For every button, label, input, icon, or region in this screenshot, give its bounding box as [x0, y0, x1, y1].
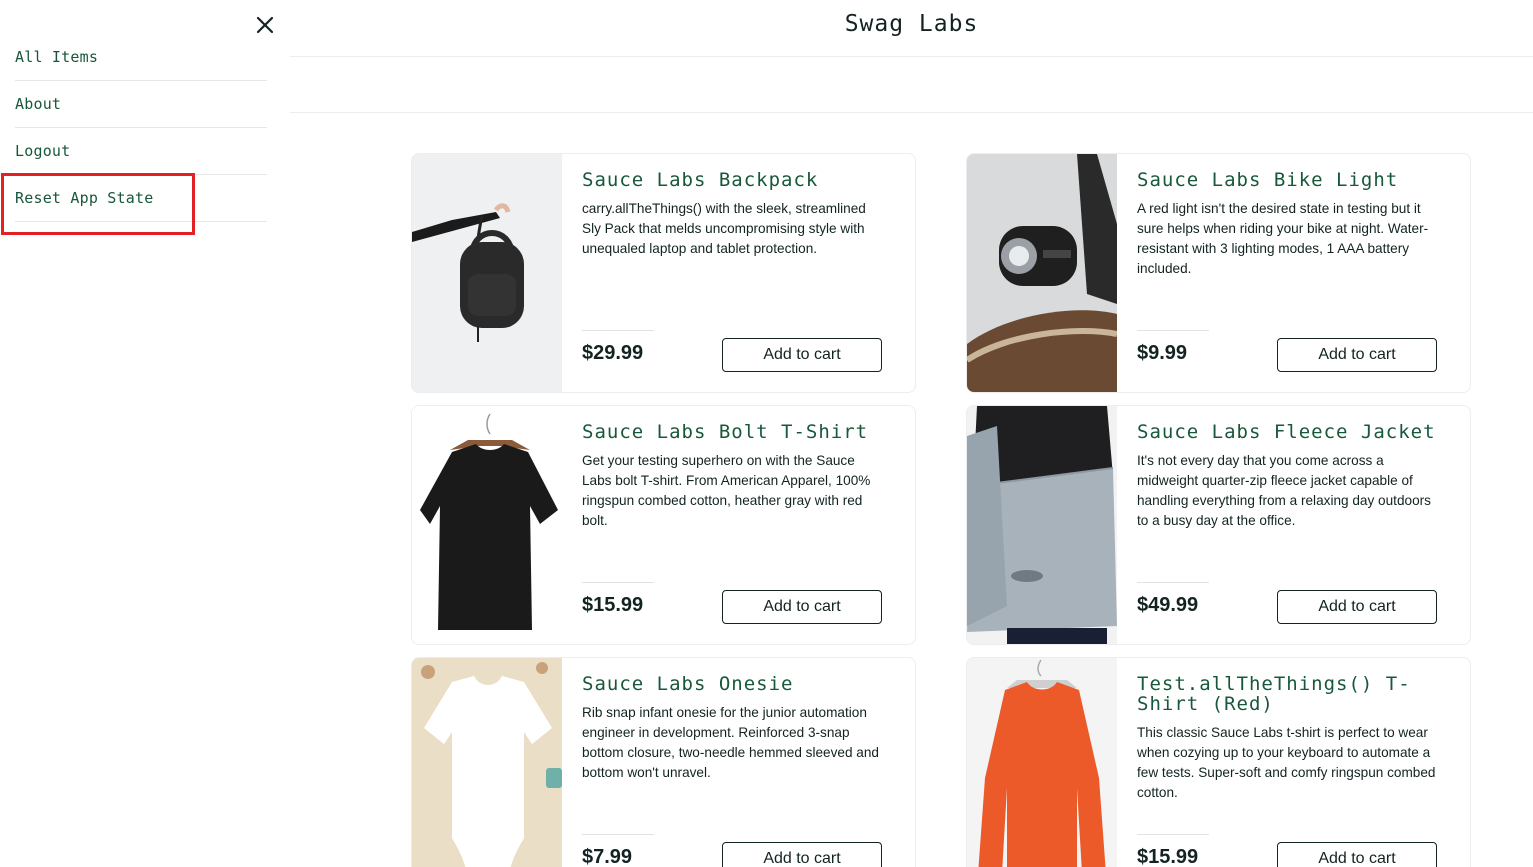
add-to-cart-button[interactable]: Add to cart	[722, 842, 882, 867]
item-description: Rib snap infant onesie for the junior au…	[582, 705, 879, 780]
item-price: $29.99	[582, 342, 644, 364]
item-image-fleece-jacket[interactable]	[967, 406, 1117, 644]
item-name-link[interactable]: Sauce Labs Bolt T-Shirt	[582, 422, 887, 442]
item-name-link[interactable]: Sauce Labs Backpack	[582, 170, 887, 190]
item-price: $49.99	[1137, 594, 1199, 616]
menu-item-all-items[interactable]: All Items	[15, 34, 267, 81]
item-name-link[interactable]: Test.allTheThings() T-Shirt (Red)	[1137, 674, 1442, 714]
item-description: Get your testing superhero on with the S…	[582, 453, 871, 528]
item-body: Sauce Labs Bike Light A red light isn't …	[1137, 170, 1442, 279]
inventory-item: Sauce Labs Fleece Jacket It's not every …	[966, 405, 1471, 645]
price-divider	[582, 834, 654, 835]
item-image-red-tshirt[interactable]	[967, 658, 1117, 867]
item-body: Sauce Labs Onesie Rib snap infant onesie…	[582, 674, 887, 783]
price-divider	[582, 330, 654, 331]
menu-item-about[interactable]: About	[15, 81, 267, 128]
menu-item-logout[interactable]: Logout	[15, 128, 267, 175]
price-divider	[1137, 582, 1209, 583]
item-name-link[interactable]: Sauce Labs Fleece Jacket	[1137, 422, 1442, 442]
add-to-cart-button[interactable]: Add to cart	[1277, 842, 1437, 867]
primary-header: Swag Labs	[290, 0, 1533, 57]
menu-item-reset-app-state[interactable]: Reset App State	[15, 175, 267, 222]
item-name-link[interactable]: Sauce Labs Onesie	[582, 674, 887, 694]
add-to-cart-button[interactable]: Add to cart	[722, 590, 882, 624]
item-image-bolt-tshirt[interactable]	[412, 406, 562, 644]
inventory-item: Sauce Labs Onesie Rib snap infant onesie…	[411, 657, 916, 867]
app-logo: Swag Labs	[844, 11, 979, 37]
price-divider	[582, 582, 654, 583]
side-menu: All Items About Logout Reset App State	[0, 0, 290, 867]
page: Swag Labs All Items About Logout Reset A…	[0, 0, 1533, 867]
add-to-cart-button[interactable]: Add to cart	[722, 338, 882, 372]
item-price: $9.99	[1137, 342, 1188, 364]
item-description: This classic Sauce Labs t-shirt is perfe…	[1137, 725, 1436, 800]
menu-list: All Items About Logout Reset App State	[0, 34, 267, 222]
secondary-header	[290, 56, 1533, 113]
item-description: A red light isn't the desired state in t…	[1137, 201, 1429, 276]
item-image-backpack[interactable]	[412, 154, 562, 392]
item-price: $7.99	[582, 846, 633, 867]
item-price: $15.99	[582, 594, 644, 616]
item-body: Sauce Labs Bolt T-Shirt Get your testing…	[582, 422, 887, 531]
item-description: carry.allTheThings() with the sleek, str…	[582, 201, 866, 256]
item-description: It's not every day that you come across …	[1137, 453, 1431, 528]
inventory-item: Sauce Labs Backpack carry.allTheThings()…	[411, 153, 916, 393]
item-body: Test.allTheThings() T-Shirt (Red) This c…	[1137, 674, 1442, 803]
add-to-cart-button[interactable]: Add to cart	[1277, 590, 1437, 624]
item-name-link[interactable]: Sauce Labs Bike Light	[1137, 170, 1442, 190]
inventory-item: Test.allTheThings() T-Shirt (Red) This c…	[966, 657, 1471, 867]
price-divider	[1137, 330, 1209, 331]
add-to-cart-button[interactable]: Add to cart	[1277, 338, 1437, 372]
item-body: Sauce Labs Fleece Jacket It's not every …	[1137, 422, 1442, 531]
item-image-bike-light[interactable]	[967, 154, 1117, 392]
item-price: $15.99	[1137, 846, 1199, 867]
item-body: Sauce Labs Backpack carry.allTheThings()…	[582, 170, 887, 259]
inventory-item: Sauce Labs Bike Light A red light isn't …	[966, 153, 1471, 393]
item-image-onesie[interactable]	[412, 658, 562, 867]
inventory-item: Sauce Labs Bolt T-Shirt Get your testing…	[411, 405, 916, 645]
price-divider	[1137, 834, 1209, 835]
